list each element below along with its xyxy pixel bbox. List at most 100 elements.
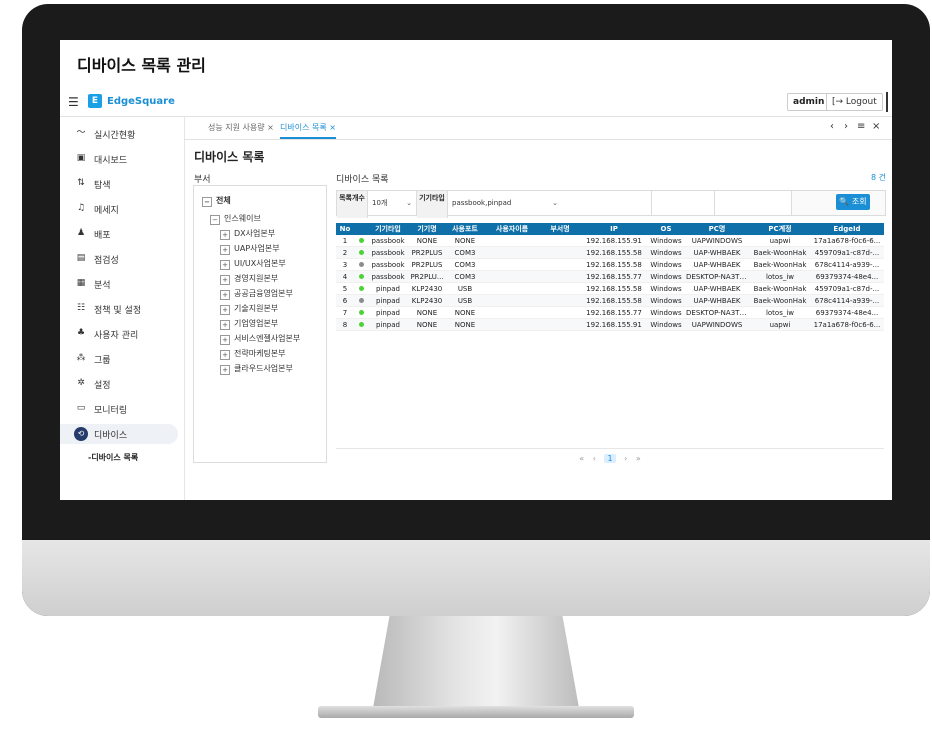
next-page-button[interactable]: › [624,454,627,463]
tree-node[interactable]: + 공공금융영업본부 [220,288,293,300]
sidebar-item-settings[interactable]: ✲ 설정 [60,374,184,394]
page-number[interactable]: 1 [604,454,616,463]
sidebar-item-explore[interactable]: ⇅ 탐색 [60,174,184,194]
cell-no: 8 [336,318,354,331]
expand-icon[interactable]: + [220,260,230,270]
cell-pc: DESKTOP-NA3T4... [684,306,750,319]
cell-ip: 192.168.155.58 [580,258,648,271]
tree-node-all[interactable]: − 전체 [202,195,231,207]
sidebar-item-analysis[interactable]: ▦ 분석 [60,274,184,294]
table-row[interactable]: 6 pinpad KLP2430 USB 192.168.155.58 Windows UA… [336,294,884,307]
tree-label: 전체 [216,196,231,205]
sidebar-item-device[interactable]: ⟲ 디바이스 [60,424,178,444]
tree-node[interactable]: + 전략마케팅본부 [220,348,286,360]
table-row[interactable]: 3 passbook PR2PLUS COM3 192.168.155.58 Window… [336,258,884,271]
tab-device-list[interactable]: 디바이스 목록 × [280,122,336,139]
col-header-edge-id[interactable]: EdgeId [810,223,884,235]
col-header-port[interactable]: 사용포트 [446,223,484,235]
col-header-ip[interactable]: IP [580,223,648,235]
table-row[interactable]: 4 passbook PR2PLU... COM3 192.168.155.77 Wind… [336,270,884,283]
tree-node[interactable]: + 서비스엔젤사업본부 [220,333,300,345]
tree-node[interactable]: + DX사업본부 [220,228,275,240]
cell-account: lotos_iw [750,270,810,283]
star-icon[interactable]: ☆ [248,148,258,161]
col-header-no[interactable]: No [336,223,354,235]
tree-node[interactable]: + 기술지원본부 [220,303,278,315]
monitoring-icon: ▭ [76,403,86,413]
sidebar-item-dashboard[interactable]: ▣ 대시보드 [60,149,184,169]
tree-node[interactable]: + UI/UX사업본부 [220,258,286,270]
cell-port: NONE [446,306,484,319]
sidebar: 〜 실시간현황 ▣ 대시보드 ⇅ 탐색 ♫ 메세지 ♟ 배포 ▤ 점검성 ▦ 분석 ☷ 정책 및… [60,117,185,500]
sidebar-item-policy[interactable]: ☷ 정책 및 설정 [60,299,184,319]
cell-dept [540,246,580,259]
sidebar-item-label: 정책 및 설정 [94,306,142,316]
menu-icon[interactable]: ☰ [68,95,79,109]
sidebar-item-label: 설정 [94,381,111,391]
search-button[interactable]: 🔍 조회 [836,194,870,210]
cell-edge: 69379374-48e4... [810,270,884,283]
expand-icon[interactable]: + [220,275,230,285]
expand-icon[interactable]: + [220,245,230,255]
first-page-button[interactable]: « [579,454,584,463]
cell-edge: 17a1a678-f0c6-6... [810,318,884,331]
tab-resource-usage[interactable]: 성능 지원 사용량 × [208,122,274,133]
collapse-icon[interactable]: − [210,215,220,225]
dept-tree-panel: − 전체 − 인스웨이브 + DX사업본부 + UAP사업본부 + UI/UX사업본부 +… [193,185,327,463]
expand-icon[interactable]: + [220,365,230,375]
sidebar-item-message[interactable]: ♫ 메세지 [60,199,184,219]
col-header-pc[interactable]: PC명 [684,223,750,235]
cell-account: lotos_iw [750,306,810,319]
col-header-account[interactable]: PC계정 [750,223,810,235]
tree-node[interactable]: + 경영지원본부 [220,273,278,285]
sidebar-item-users[interactable]: ♣ 사용자 관리 [60,324,184,344]
sidebar-item-realtime[interactable]: 〜 실시간현황 [60,124,184,144]
monitor-chin [22,540,930,616]
sidebar-item-group[interactable]: ⁂ 그룹 [60,349,184,369]
last-page-button[interactable]: » [636,454,641,463]
tree-node[interactable]: − 인스웨이브 [210,213,261,225]
sidebar-item-monitoring[interactable]: ▭ 모니터링 [60,399,184,419]
expand-icon[interactable]: + [220,350,230,360]
sidebar-item-label: 배포 [94,231,111,241]
title-banner: 디바이스 목록 관리 [60,40,258,84]
expand-icon[interactable]: + [220,290,230,300]
tab-close-all-icon[interactable]: × [872,121,880,132]
cell-os: Windows [648,235,684,247]
sidebar-item-check[interactable]: ▤ 점검성 [60,249,184,269]
col-header-os[interactable]: OS [648,223,684,235]
prev-page-button[interactable]: ‹ [593,454,596,463]
cell-no: 2 [336,246,354,259]
table-row[interactable]: 5 pinpad KLP2430 USB 192.168.155.58 Windows UA… [336,282,884,295]
table-row[interactable]: 1 passbook NONE NONE 192.168.155.91 Windows UA… [336,235,884,247]
table-row[interactable]: 7 pinpad NONE NONE 192.168.155.77 Windows DESK… [336,306,884,319]
tree-node[interactable]: + 클라우드사업본부 [220,363,293,375]
admin-button[interactable]: admin [787,93,831,111]
col-header-user[interactable]: 사용자이름 [484,223,540,235]
tab-menu-icon[interactable]: ≡ [857,121,865,132]
expand-icon[interactable]: + [220,320,230,330]
tab-next-icon[interactable]: › [844,121,848,132]
type-select[interactable]: passbook,pinpad ⌄ [448,191,563,215]
scrollbar[interactable] [886,92,888,112]
expand-icon[interactable]: + [220,305,230,315]
expand-icon[interactable]: + [220,230,230,240]
expand-icon[interactable]: + [220,335,230,345]
sidebar-subitem-device-list[interactable]: -디바이스 목록 [88,452,138,463]
col-header-name[interactable]: 기기명 [408,223,446,235]
table-row[interactable]: 8 pinpad NONE NONE 192.168.155.91 Windows UAPW… [336,318,884,331]
logout-button[interactable]: [→ Logout [826,93,883,111]
cell-os: Windows [648,258,684,271]
col-header-type[interactable]: 기기타입 [368,223,408,235]
table-row[interactable]: 2 passbook PR2PLUS COM3 192.168.155.58 Window… [336,246,884,259]
sidebar-item-deploy[interactable]: ♟ 배포 [60,224,184,244]
monitor-icon: ▤ [76,253,86,263]
tab-prev-icon[interactable]: ‹ [830,121,834,132]
cell-name: KLP2430 [408,282,446,295]
tree-node[interactable]: + UAP사업본부 [220,243,280,255]
cell-user [484,270,540,283]
tree-node[interactable]: + 기업영업본부 [220,318,278,330]
collapse-icon[interactable]: − [202,197,212,207]
col-header-dept[interactable]: 부서명 [540,223,580,235]
count-select[interactable]: 10개 ⌄ [368,191,417,215]
